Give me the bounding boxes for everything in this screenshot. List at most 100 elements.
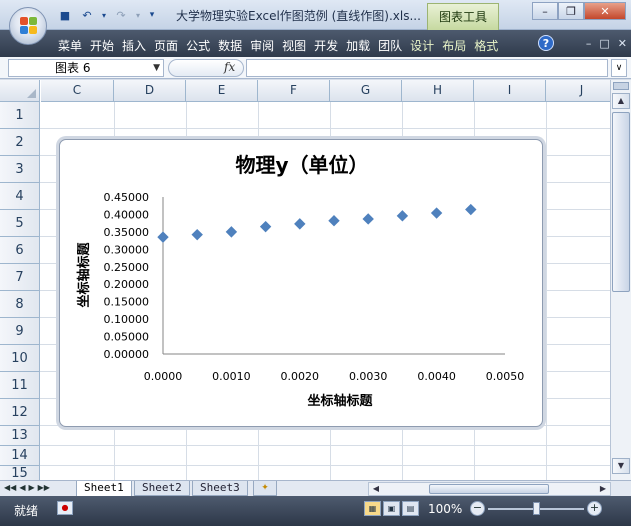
tab-home[interactable]: 开始: [86, 34, 118, 57]
horizontal-scrollbar[interactable]: ◀ ▶: [368, 482, 611, 496]
ribbon-minimize-icon[interactable]: –: [586, 37, 592, 50]
row-header-15[interactable]: 15: [0, 466, 40, 480]
macro-record-icon[interactable]: ●: [57, 501, 73, 515]
tab-developer[interactable]: 开发: [310, 34, 342, 57]
office-button[interactable]: [9, 7, 47, 45]
tab-team[interactable]: 团队: [374, 34, 406, 57]
save-icon[interactable]: ■: [56, 7, 74, 23]
redo-icon[interactable]: ↷: [112, 7, 130, 23]
insert-function-icon[interactable]: fx: [224, 60, 235, 74]
vertical-scrollbar[interactable]: ▲ ▼: [610, 80, 631, 480]
close-button[interactable]: ✕: [584, 2, 626, 20]
row-header-12[interactable]: 12: [0, 399, 40, 426]
zoom-slider-thumb[interactable]: [533, 502, 540, 515]
expand-formula-bar-icon[interactable]: ∨: [611, 59, 627, 77]
row-header-11[interactable]: 11: [0, 372, 40, 399]
row-header-13[interactable]: 13: [0, 426, 40, 446]
row-header-5[interactable]: 5: [0, 210, 40, 237]
data-point[interactable]: [191, 228, 203, 241]
page-break-view-icon[interactable]: ▤: [402, 501, 419, 516]
chart-title[interactable]: 物理y（单位）: [235, 153, 368, 177]
column-header-i[interactable]: I: [474, 80, 546, 102]
restore-button[interactable]: ❐: [558, 2, 584, 20]
data-point[interactable]: [328, 215, 340, 227]
column-header-j[interactable]: J: [546, 80, 610, 102]
row-header-9[interactable]: 9: [0, 318, 40, 345]
sheet-tab-sheet1[interactable]: Sheet1: [76, 481, 132, 497]
column-header-g[interactable]: G: [330, 80, 402, 102]
row-header-8[interactable]: 8: [0, 291, 40, 318]
data-point[interactable]: [259, 220, 272, 233]
data-point[interactable]: [225, 226, 238, 238]
row-header-4[interactable]: 4: [0, 183, 40, 210]
tab-design[interactable]: 设计: [406, 34, 438, 57]
tab-format[interactable]: 格式: [470, 34, 502, 57]
tab-formulas[interactable]: 公式: [182, 34, 214, 57]
first-sheet-icon[interactable]: ◀◀: [4, 483, 16, 492]
ribbon-window-controls: – □ ✕: [586, 37, 627, 50]
y-axis-title[interactable]: 坐标轴标题: [76, 242, 92, 308]
tab-layout[interactable]: 布局: [438, 34, 470, 57]
minimize-button[interactable]: –: [532, 2, 558, 20]
zoom-in-icon[interactable]: +: [587, 501, 602, 516]
zoom-level[interactable]: 100%: [428, 502, 462, 516]
tab-view[interactable]: 视图: [278, 34, 310, 57]
select-all-button[interactable]: [0, 80, 40, 102]
row-header-7[interactable]: 7: [0, 264, 40, 291]
normal-view-icon[interactable]: ▦: [364, 501, 381, 516]
embedded-chart[interactable]: 物理y（单位） 坐标轴标题 坐标轴标题 0.00000 0.05000 0.1000…: [59, 139, 543, 427]
data-point[interactable]: [362, 213, 374, 225]
sheet-tab-sheet2[interactable]: Sheet2: [134, 481, 190, 496]
tab-insert[interactable]: 插入: [118, 34, 150, 57]
help-icon[interactable]: ?: [538, 35, 554, 51]
name-box-dropdown-icon[interactable]: ▼: [153, 60, 160, 76]
row-header-2[interactable]: 2: [0, 129, 40, 156]
row-header-6[interactable]: 6: [0, 237, 40, 264]
tab-data[interactable]: 数据: [214, 34, 246, 57]
row-header-14[interactable]: 14: [0, 446, 40, 466]
horizontal-scroll-thumb[interactable]: [429, 484, 549, 494]
sheet-tab-sheet3[interactable]: Sheet3: [192, 481, 248, 496]
data-point[interactable]: [465, 203, 477, 216]
scroll-up-icon[interactable]: ▲: [612, 93, 630, 109]
row-header-3[interactable]: 3: [0, 156, 40, 183]
y-tick-labels: 0.00000 0.05000 0.10000 0.15000 0.20000 0.250…: [104, 191, 150, 361]
prev-sheet-icon[interactable]: ◀: [19, 483, 25, 492]
column-header-f[interactable]: F: [258, 80, 330, 102]
scroll-right-icon[interactable]: ▶: [596, 483, 610, 495]
next-sheet-icon[interactable]: ▶: [28, 483, 34, 492]
column-header-e[interactable]: E: [186, 80, 258, 102]
formula-input[interactable]: [246, 59, 608, 77]
undo-dropdown-icon[interactable]: ▾: [100, 7, 108, 23]
ribbon-restore-icon[interactable]: □: [599, 37, 609, 50]
last-sheet-icon[interactable]: ▶▶: [38, 483, 50, 492]
tab-review[interactable]: 审阅: [246, 34, 278, 57]
y-tick-label: 0.20000: [104, 278, 150, 291]
column-header-c[interactable]: C: [41, 80, 114, 102]
data-point[interactable]: [396, 210, 409, 222]
tab-menu[interactable]: 菜单: [54, 34, 86, 57]
column-header-h[interactable]: H: [402, 80, 474, 102]
data-series[interactable]: [157, 203, 477, 243]
row-header-1[interactable]: 1: [0, 102, 40, 129]
column-header-d[interactable]: D: [114, 80, 186, 102]
ribbon-close-icon[interactable]: ✕: [618, 37, 627, 50]
x-axis-title[interactable]: 坐标轴标题: [307, 393, 373, 409]
redo-dropdown-icon[interactable]: ▾: [134, 7, 142, 23]
undo-icon[interactable]: ↶: [78, 7, 96, 23]
scroll-down-icon[interactable]: ▼: [612, 458, 630, 474]
customize-qat-icon[interactable]: ▾: [146, 7, 158, 23]
insert-sheet-icon[interactable]: ✦: [253, 481, 277, 496]
zoom-out-icon[interactable]: −: [470, 501, 485, 516]
data-point[interactable]: [430, 207, 443, 219]
data-point[interactable]: [294, 218, 306, 230]
vertical-scroll-thumb[interactable]: [612, 112, 630, 292]
page-layout-view-icon[interactable]: ▣: [383, 501, 400, 516]
row-header-10[interactable]: 10: [0, 345, 40, 372]
scroll-left-icon[interactable]: ◀: [369, 483, 383, 495]
split-box[interactable]: [613, 82, 629, 90]
tab-page-layout[interactable]: 页面: [150, 34, 182, 57]
data-point[interactable]: [157, 231, 169, 243]
name-box[interactable]: 图表 6 ▼: [8, 59, 164, 77]
tab-add-ins[interactable]: 加载: [342, 34, 374, 57]
